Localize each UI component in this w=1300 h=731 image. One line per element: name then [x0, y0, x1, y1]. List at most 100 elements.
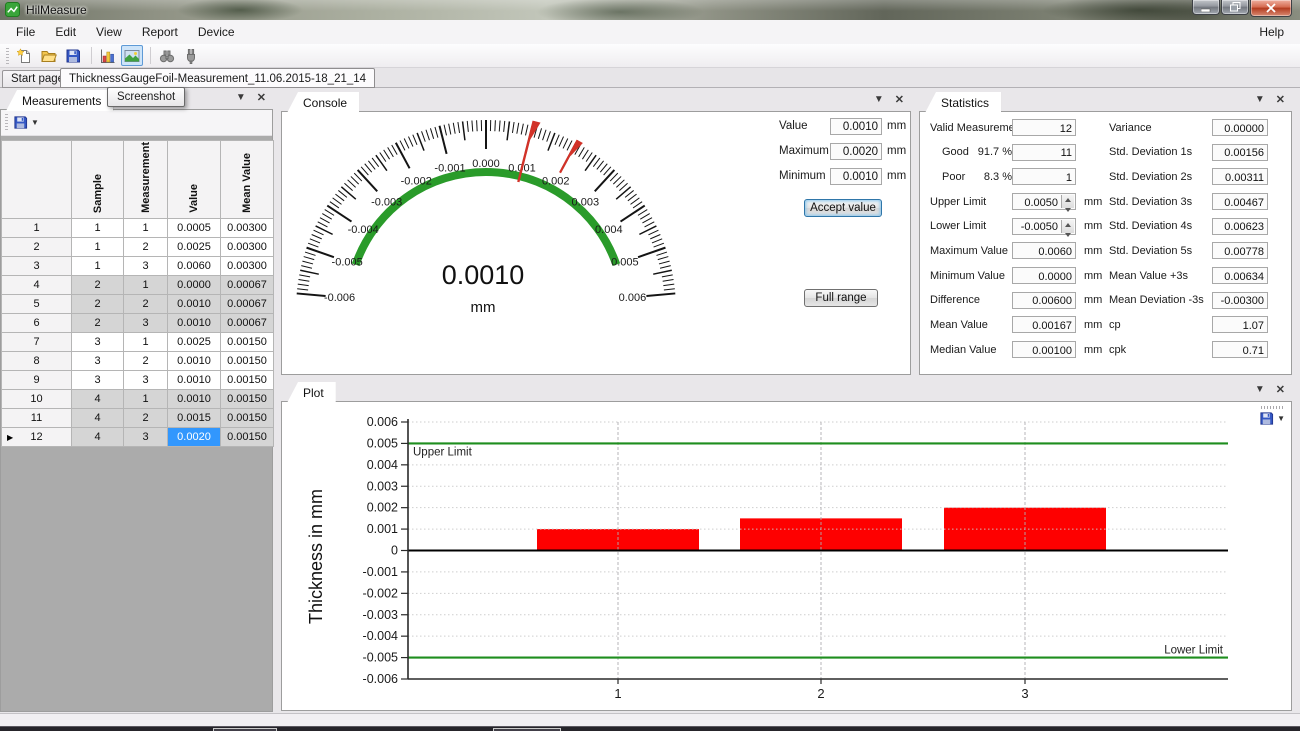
cell-measurement[interactable]: 3	[124, 371, 168, 390]
stat-field[interactable]: 0.0060	[1012, 242, 1076, 259]
cell-value[interactable]: 0.0025	[168, 238, 221, 257]
cell-mean[interactable]: 0.00150	[221, 333, 274, 352]
menu-help[interactable]: Help	[1249, 20, 1300, 44]
panel-menu-icon[interactable]: ▼	[874, 95, 884, 105]
panel-close-icon[interactable]: ✕	[257, 93, 266, 103]
row-header[interactable]: 12▶	[2, 428, 72, 447]
cell-value[interactable]: 0.0015	[168, 409, 221, 428]
stat-field[interactable]: 11	[1012, 144, 1076, 161]
stat-field[interactable]: 0.00634	[1212, 267, 1268, 284]
cell-sample[interactable]: 2	[72, 276, 124, 295]
table-row[interactable]: 4210.00000.00067	[2, 276, 274, 295]
spinner-control[interactable]	[1061, 220, 1074, 233]
stat-field[interactable]: 0.0050	[1012, 193, 1076, 210]
stat-field[interactable]: -0.00300	[1212, 292, 1268, 309]
cell-mean[interactable]: 0.00067	[221, 295, 274, 314]
row-header[interactable]: 7	[2, 333, 72, 352]
full-range-button[interactable]: Full range	[804, 289, 878, 307]
panel-close-icon[interactable]: ✕	[1276, 385, 1285, 395]
table-row[interactable]: 5220.00100.00067	[2, 295, 274, 314]
cell-sample[interactable]: 1	[72, 238, 124, 257]
panel-menu-icon[interactable]: ▼	[236, 93, 246, 103]
panel-close-icon[interactable]: ✕	[895, 95, 904, 105]
cell-mean[interactable]: 0.00067	[221, 314, 274, 333]
row-header[interactable]: 10	[2, 390, 72, 409]
open-folder-button[interactable]	[38, 45, 60, 66]
cell-mean[interactable]: 0.00300	[221, 219, 274, 238]
stat-field[interactable]: 0.00600	[1012, 292, 1076, 309]
restore-button[interactable]	[1221, 0, 1249, 15]
console-panel-tab[interactable]: Console	[287, 92, 359, 113]
new-document-button[interactable]	[14, 45, 36, 66]
chart-button[interactable]	[97, 45, 119, 66]
find-button[interactable]	[156, 45, 178, 66]
cell-sample[interactable]: 4	[72, 390, 124, 409]
column-header-sample[interactable]: Sample	[72, 141, 124, 219]
stat-field[interactable]: 0.71	[1212, 341, 1268, 358]
accept-value-button[interactable]: Accept value	[804, 199, 882, 217]
stat-field[interactable]: 0.00623	[1212, 218, 1268, 235]
cell-measurement[interactable]: 1	[124, 276, 168, 295]
export-plot-button[interactable]: ▼	[1259, 411, 1285, 426]
panel-menu-icon[interactable]: ▼	[1255, 95, 1265, 105]
cell-mean[interactable]: 0.00067	[221, 276, 274, 295]
stat-field[interactable]: 1	[1012, 168, 1076, 185]
stat-field[interactable]: 0.00311	[1212, 168, 1268, 185]
cell-value[interactable]: 0.0020	[168, 428, 221, 447]
stat-field[interactable]: 1.07	[1212, 316, 1268, 333]
cell-sample[interactable]: 2	[72, 295, 124, 314]
table-row[interactable]: 2120.00250.00300	[2, 238, 274, 257]
cell-measurement[interactable]: 1	[124, 390, 168, 409]
screenshot-button[interactable]	[121, 45, 143, 66]
cell-sample[interactable]: 3	[72, 352, 124, 371]
cell-measurement[interactable]: 1	[124, 219, 168, 238]
cell-value[interactable]: 0.0025	[168, 333, 221, 352]
row-header[interactable]: 6	[2, 314, 72, 333]
cell-mean[interactable]: 0.00150	[221, 352, 274, 371]
row-header[interactable]: 4	[2, 276, 72, 295]
menu-device[interactable]: Device	[188, 20, 245, 44]
table-row[interactable]: 7310.00250.00150	[2, 333, 274, 352]
stat-field[interactable]: -0.0050	[1012, 218, 1076, 235]
panel-menu-icon[interactable]: ▼	[1255, 385, 1265, 395]
cell-sample[interactable]: 3	[72, 333, 124, 352]
cell-measurement[interactable]: 2	[124, 352, 168, 371]
table-row[interactable]: 1110.00050.00300	[2, 219, 274, 238]
export-table-button[interactable]: ▼	[13, 115, 39, 130]
cell-value[interactable]: 0.0010	[168, 352, 221, 371]
cell-measurement[interactable]: 3	[124, 428, 168, 447]
table-row[interactable]: 12▶430.00200.00150	[2, 428, 274, 447]
stat-field[interactable]: 0.00167	[1012, 316, 1076, 333]
close-button[interactable]	[1250, 0, 1292, 17]
cell-mean[interactable]: 0.00300	[221, 238, 274, 257]
menu-report[interactable]: Report	[132, 20, 188, 44]
minimize-button[interactable]	[1192, 0, 1220, 15]
row-header[interactable]: 11	[2, 409, 72, 428]
row-header[interactable]: 9	[2, 371, 72, 390]
console-field-maximum[interactable]: 0.0020	[830, 143, 882, 160]
cell-value[interactable]: 0.0010	[168, 371, 221, 390]
cell-mean[interactable]: 0.00300	[221, 257, 274, 276]
toolbar-grip[interactable]	[5, 114, 8, 131]
stat-field[interactable]: 12	[1012, 119, 1076, 136]
menu-edit[interactable]: Edit	[45, 20, 86, 44]
menu-file[interactable]: File	[6, 20, 45, 44]
cell-mean[interactable]: 0.00150	[221, 371, 274, 390]
cell-sample[interactable]: 2	[72, 314, 124, 333]
cell-measurement[interactable]: 3	[124, 257, 168, 276]
stat-field[interactable]: 0.0000	[1012, 267, 1076, 284]
menu-view[interactable]: View	[86, 20, 132, 44]
table-row[interactable]: 6230.00100.00067	[2, 314, 274, 333]
stat-field[interactable]: 0.00000	[1212, 119, 1268, 136]
stat-field[interactable]: 0.00156	[1212, 144, 1268, 161]
cell-value[interactable]: 0.0010	[168, 295, 221, 314]
connect-device-button[interactable]	[180, 45, 202, 66]
row-header[interactable]: 2	[2, 238, 72, 257]
document-tab[interactable]: ThicknessGaugeFoil-Measurement_11.06.201…	[60, 68, 375, 88]
console-field-value[interactable]: 0.0010	[830, 118, 882, 135]
cell-sample[interactable]: 4	[72, 428, 124, 447]
table-row[interactable]: 9330.00100.00150	[2, 371, 274, 390]
cell-sample[interactable]: 1	[72, 219, 124, 238]
measurements-panel-tab[interactable]: Measurements	[6, 90, 113, 111]
statistics-panel-tab[interactable]: Statistics	[925, 92, 1001, 113]
